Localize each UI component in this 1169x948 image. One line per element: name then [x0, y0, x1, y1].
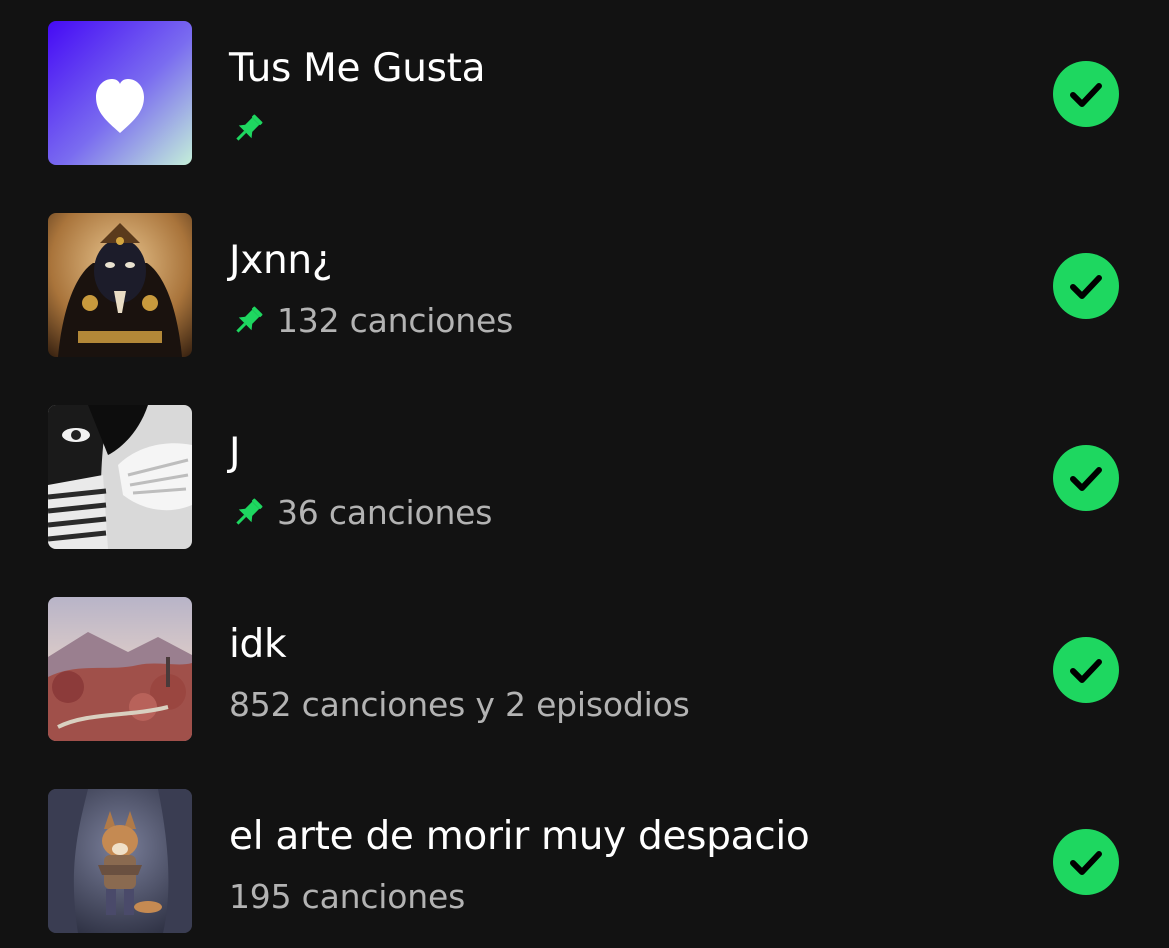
downloaded-check-icon [1053, 253, 1119, 319]
playlist-subtitle: 195 canciones [229, 877, 466, 916]
pin-icon [229, 494, 267, 532]
fox-character-image [48, 789, 192, 933]
goddess-portrait-image [48, 213, 192, 357]
playlist-title: Tus Me Gusta [229, 46, 486, 91]
playlist-meta: 36 canciones [229, 493, 492, 533]
cover-landscape-painting [48, 597, 192, 741]
playlist-subtitle: 852 canciones y 2 episodios [229, 685, 690, 724]
playlist-title: el arte de morir muy despacio [229, 814, 810, 859]
cover-goddess-artwork [48, 213, 192, 357]
pin-icon [229, 302, 267, 340]
playlist-meta [229, 109, 277, 149]
list-item[interactable]: idk 852 canciones y 2 episodios [0, 597, 1169, 757]
playlist-meta: 132 canciones [229, 301, 513, 341]
pin-icon [229, 110, 267, 148]
list-item[interactable]: el arte de morir muy despacio 195 cancio… [0, 789, 1169, 948]
playlist-subtitle: 132 canciones [277, 301, 514, 340]
playlist-subtitle: 36 canciones [277, 493, 493, 532]
heart-icon [48, 21, 192, 165]
playlist-title: idk [229, 622, 287, 667]
playlist-title: Jxnn¿ [229, 238, 333, 283]
list-item[interactable]: J 36 canciones [0, 405, 1169, 565]
downloaded-check-icon [1053, 829, 1119, 895]
downloaded-check-icon [1053, 637, 1119, 703]
playlist-meta: 195 canciones [229, 877, 465, 917]
cover-fox-artwork [48, 789, 192, 933]
cover-bw-photo [48, 405, 192, 549]
playlist-list: Tus Me Gusta Jxnn¿ 132 canciones J 36 ca… [0, 0, 1169, 948]
playlist-meta: 852 canciones y 2 episodios [229, 685, 690, 725]
downloaded-check-icon [1053, 61, 1119, 127]
list-item[interactable]: Tus Me Gusta [0, 21, 1169, 181]
list-item[interactable]: Jxnn¿ 132 canciones [0, 213, 1169, 373]
playlist-title: J [229, 430, 241, 475]
black-and-white-photo-image [48, 405, 192, 549]
cover-liked-songs [48, 21, 192, 165]
downloaded-check-icon [1053, 445, 1119, 511]
autumn-landscape-image [48, 597, 192, 741]
